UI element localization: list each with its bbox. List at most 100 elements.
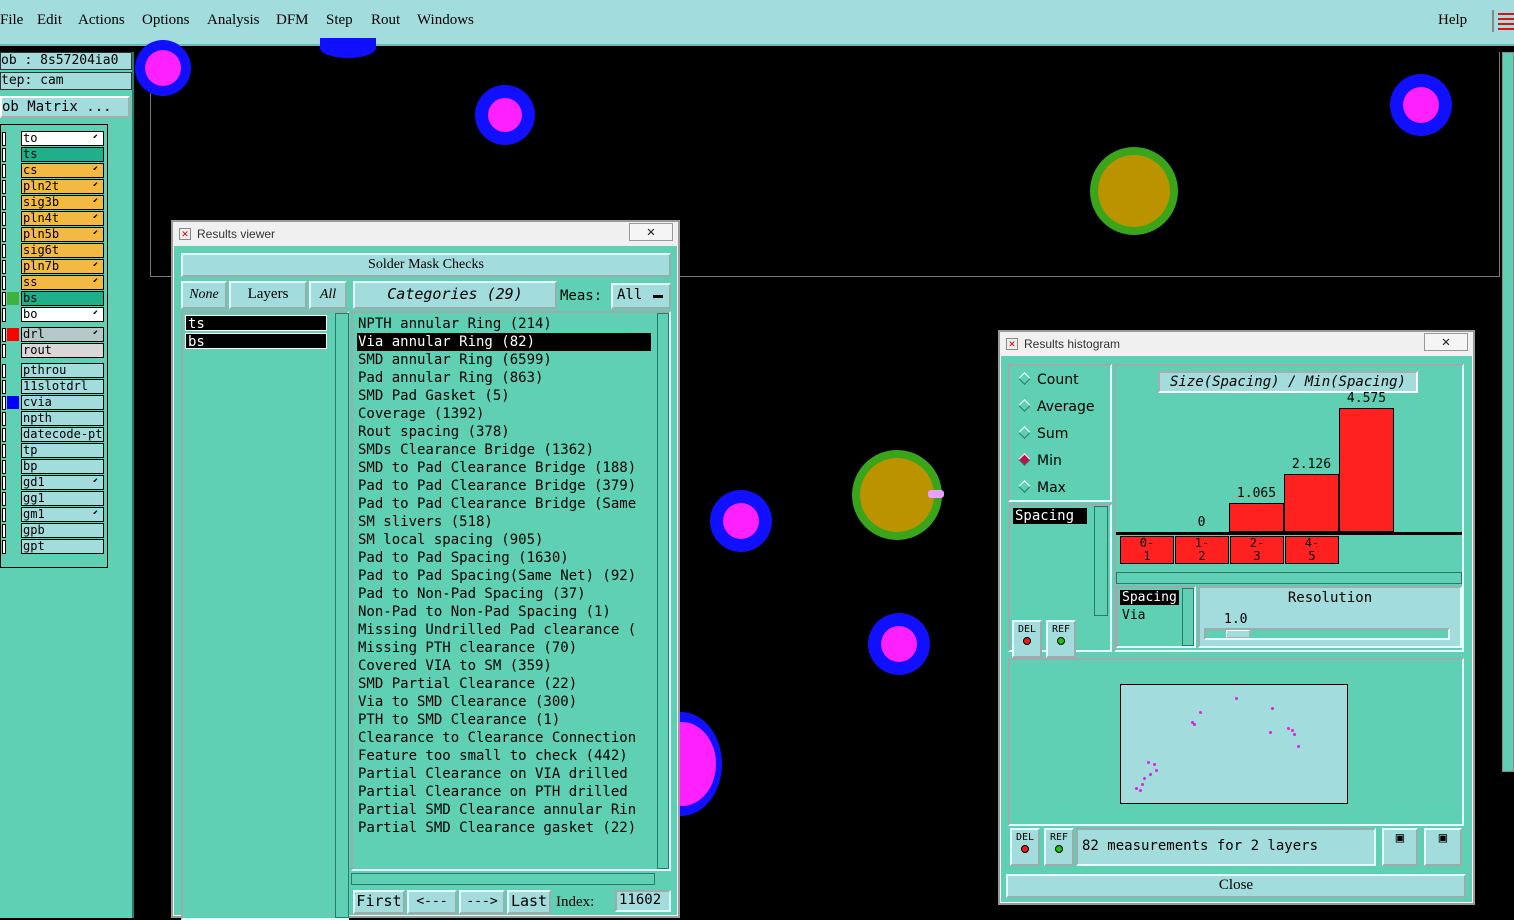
bin-label[interactable]: 2- 3 bbox=[1230, 536, 1284, 564]
layer-checkbox[interactable] bbox=[2, 148, 6, 162]
menu-rout[interactable]: Rout bbox=[371, 12, 400, 29]
layer-row[interactable]: to ⬋ bbox=[1, 131, 107, 147]
layer-row[interactable]: npth bbox=[1, 411, 107, 427]
layer-checkbox[interactable] bbox=[2, 460, 6, 474]
ref-button[interactable]: REF bbox=[1046, 620, 1076, 658]
layer-name[interactable]: pln2t bbox=[21, 179, 104, 194]
menu-file[interactable]: File bbox=[0, 12, 23, 29]
bin-label[interactable]: 4- 5 bbox=[1285, 536, 1339, 564]
layer-row[interactable]: 11slotdrl bbox=[1, 379, 107, 395]
layer-name[interactable]: bo bbox=[21, 307, 104, 322]
category-item[interactable]: SMDs Clearance Bridge (1362) bbox=[357, 441, 651, 459]
layer-row[interactable]: gm1 ⬋ bbox=[1, 507, 107, 523]
layer-checkbox[interactable] bbox=[2, 476, 6, 490]
close-icon[interactable]: ✕ bbox=[1424, 333, 1468, 351]
layer-name[interactable]: bp bbox=[21, 459, 104, 474]
layer-name[interactable]: cs bbox=[21, 163, 104, 178]
layer-checkbox[interactable] bbox=[2, 244, 6, 258]
categories-button[interactable]: Categories (29) bbox=[353, 281, 557, 309]
none-button[interactable]: None bbox=[181, 281, 227, 309]
layer-row[interactable]: pthrou bbox=[1, 363, 107, 379]
layer-checkbox[interactable] bbox=[2, 428, 6, 442]
layer-name[interactable]: 11slotdrl bbox=[21, 379, 104, 394]
layer-row[interactable]: cvia bbox=[1, 395, 107, 411]
histogram-hscrollbar[interactable] bbox=[1116, 572, 1462, 584]
layer-row[interactable]: bo ⬋ bbox=[1, 307, 107, 323]
layer-row[interactable]: bp bbox=[1, 459, 107, 475]
layer-name[interactable]: pln5b bbox=[21, 227, 104, 242]
category-item[interactable]: Covered VIA to SM (359) bbox=[357, 657, 651, 675]
ref-button-bottom[interactable]: REF bbox=[1044, 828, 1074, 866]
layer-name[interactable]: npth bbox=[21, 411, 104, 426]
mode-radio-count[interactable]: Count bbox=[1018, 372, 1079, 388]
layer-name[interactable]: tp bbox=[21, 443, 104, 458]
category-item[interactable]: Clearance to Clearance Connection bbox=[357, 729, 651, 747]
layer-name[interactable]: pln4t bbox=[21, 211, 104, 226]
layer-row[interactable]: gg1 bbox=[1, 491, 107, 507]
bin-label[interactable]: 1- 2 bbox=[1175, 536, 1229, 564]
category-item[interactable]: Feature too small to check (442) bbox=[357, 747, 651, 765]
layer-name[interactable]: ss bbox=[21, 275, 104, 290]
layer-checkbox[interactable] bbox=[2, 196, 6, 210]
category-item[interactable]: Non-Pad to Non-Pad Spacing (1) bbox=[357, 603, 651, 621]
next-button[interactable]: ---> bbox=[459, 890, 505, 914]
index-input[interactable]: 11602 bbox=[615, 890, 671, 912]
layer-name[interactable]: bs bbox=[21, 291, 104, 306]
layer-checkbox[interactable] bbox=[2, 396, 6, 410]
layer-row[interactable]: ts bbox=[1, 147, 107, 163]
histogram-bar[interactable] bbox=[1229, 503, 1284, 532]
category-item[interactable]: Pad annular Ring (863) bbox=[357, 369, 651, 387]
layer-row[interactable]: datecode-pt bbox=[1, 427, 107, 443]
menu-options[interactable]: Options bbox=[142, 12, 190, 29]
layer-name[interactable]: sig3b bbox=[21, 195, 104, 210]
layer-name[interactable]: gpb bbox=[21, 523, 104, 538]
category-item[interactable]: Pad to Pad Clearance Bridge (Same bbox=[357, 495, 651, 513]
layer-checkbox[interactable] bbox=[2, 180, 6, 194]
category-item[interactable]: SM local spacing (905) bbox=[357, 531, 651, 549]
menu-step[interactable]: Step bbox=[326, 12, 353, 29]
export-chart-icon[interactable]: ▣ bbox=[1424, 828, 1462, 866]
selection-scrollbar[interactable] bbox=[1182, 588, 1194, 646]
layer-row[interactable]: gd1 ⬋ bbox=[1, 475, 107, 491]
layer-name[interactable]: datecode-pt bbox=[21, 427, 104, 442]
layer-checkbox[interactable] bbox=[2, 380, 6, 394]
category-item[interactable]: Rout spacing (378) bbox=[357, 423, 651, 441]
layer-checkbox[interactable] bbox=[2, 132, 6, 146]
layer-row[interactable]: pln5b ⬋ bbox=[1, 227, 107, 243]
layer-row[interactable]: pln4t ⬋ bbox=[1, 211, 107, 227]
layer-row[interactable]: cs ⬋ bbox=[1, 163, 107, 179]
menu-actions[interactable]: Actions bbox=[78, 12, 125, 29]
category-item[interactable]: SMD annular Ring (6599) bbox=[357, 351, 651, 369]
category-item[interactable]: NPTH annular Ring (214) bbox=[357, 315, 651, 333]
layer-checkbox[interactable] bbox=[2, 364, 6, 378]
layer-name[interactable]: gd1 bbox=[21, 475, 104, 490]
menu-analysis[interactable]: Analysis bbox=[207, 12, 260, 29]
layer-name[interactable]: gpt bbox=[21, 539, 104, 554]
category-item[interactable]: SMD Partial Clearance (22) bbox=[357, 675, 651, 693]
category-item[interactable]: PTH to SMD Clearance (1) bbox=[357, 711, 651, 729]
measure-list-scrollbar[interactable] bbox=[1094, 506, 1108, 616]
category-item[interactable]: Partial SMD Clearance annular Rin bbox=[357, 801, 651, 819]
layer-row[interactable]: tp bbox=[1, 443, 107, 459]
histogram-bar[interactable] bbox=[1284, 474, 1339, 532]
toolbar-lines-icon[interactable] bbox=[1492, 10, 1514, 32]
close-icon[interactable]: ✕ bbox=[629, 223, 673, 241]
category-item[interactable]: Coverage (1392) bbox=[357, 405, 651, 423]
category-item[interactable]: Partial Clearance on PTH drilled bbox=[357, 783, 651, 801]
category-item[interactable]: Partial SMD Clearance gasket (22) bbox=[357, 819, 651, 837]
bin-label[interactable]: 0- 1 bbox=[1120, 536, 1174, 564]
first-button[interactable]: First bbox=[353, 890, 405, 914]
layer-checkbox[interactable] bbox=[2, 292, 6, 306]
layer-name[interactable]: gm1 bbox=[21, 507, 104, 522]
category-item[interactable]: Via to SMD Clearance (300) bbox=[357, 693, 651, 711]
layer-list-scrollbar[interactable] bbox=[335, 313, 349, 918]
layer-checkbox[interactable] bbox=[2, 164, 6, 178]
categories-hscrollbar[interactable] bbox=[351, 873, 655, 885]
del-button[interactable]: DEL bbox=[1012, 620, 1042, 658]
slider-thumb[interactable] bbox=[1226, 630, 1250, 638]
layer-row[interactable]: drl ⬋ bbox=[1, 327, 107, 343]
layer-checkbox[interactable] bbox=[2, 412, 6, 426]
mode-radio-sum[interactable]: Sum bbox=[1018, 426, 1068, 442]
layer-checkbox[interactable] bbox=[2, 524, 6, 538]
layer-name[interactable]: ts bbox=[21, 147, 104, 162]
